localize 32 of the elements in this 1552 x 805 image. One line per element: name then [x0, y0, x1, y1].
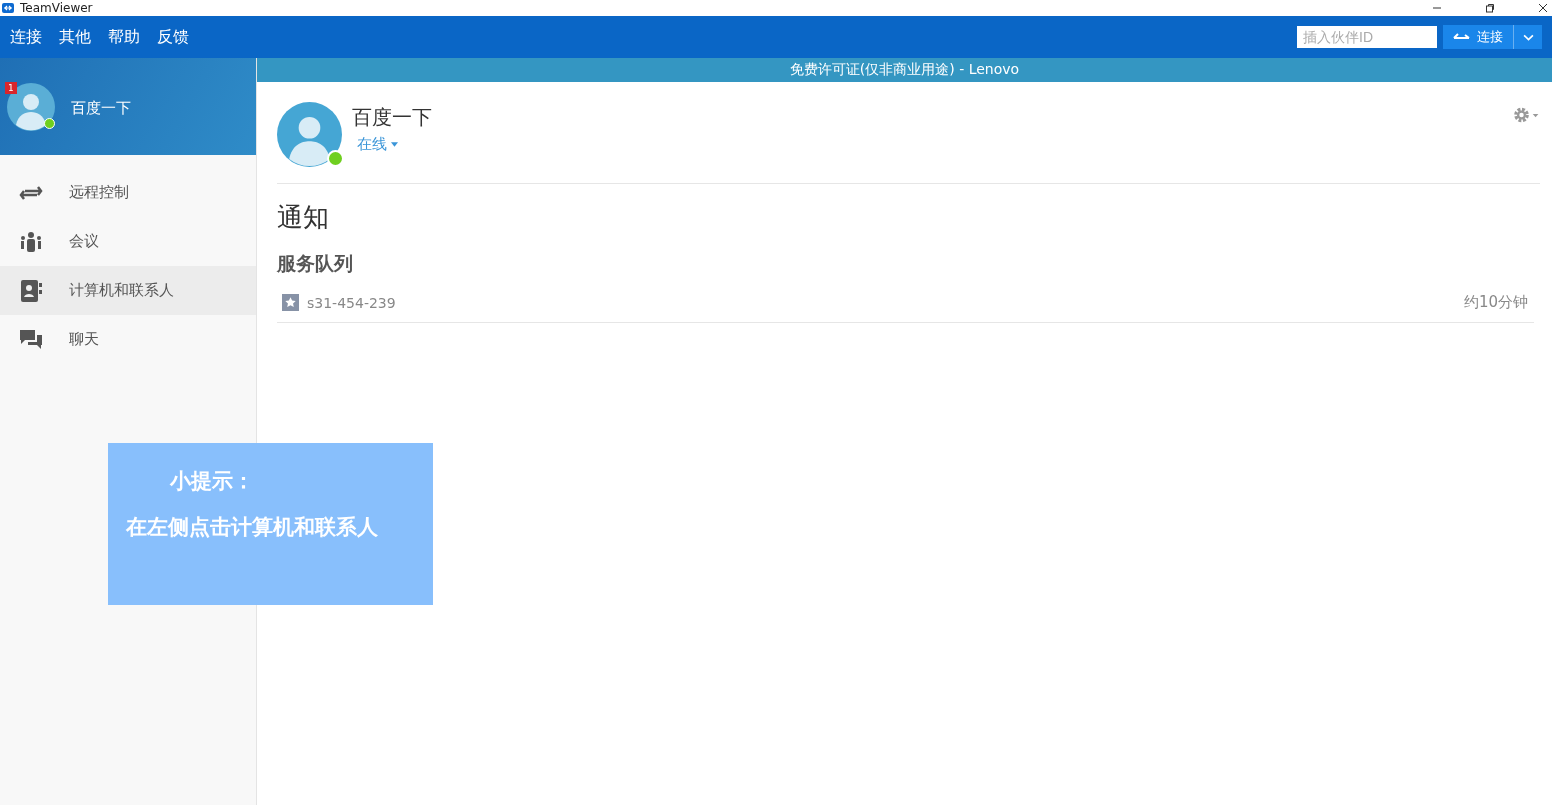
partner-id-field[interactable]: 插入伙伴ID	[1297, 26, 1437, 48]
window-title: TeamViewer	[20, 1, 93, 15]
notification-badge: 1	[5, 82, 17, 94]
sidebar-item[interactable]: 计算机和联系人	[0, 266, 256, 315]
menu-item[interactable]: 连接	[10, 26, 42, 48]
tip-text: 在左侧点击计算机和联系人	[126, 514, 379, 541]
close-icon[interactable]	[1538, 3, 1548, 13]
tip-title: 小提示：	[170, 468, 255, 495]
status-dropdown[interactable]: 在线	[352, 135, 432, 154]
settings-icon[interactable]	[1512, 106, 1540, 124]
menu-item[interactable]: 反馈	[157, 26, 189, 48]
avatar-icon	[7, 83, 55, 131]
session-id: s31-454-239	[307, 294, 396, 311]
restore-icon[interactable]	[1485, 3, 1495, 13]
account-name: 百度一下	[352, 104, 432, 131]
arrows-icon	[1453, 32, 1471, 42]
notifications-heading: 通知	[277, 201, 330, 234]
time-text: 约10分钟	[1463, 293, 1528, 312]
contact-book-icon	[19, 278, 43, 303]
sidebar-item[interactable]: 远程控制	[0, 168, 256, 217]
section-heading: 服务队列	[277, 251, 354, 276]
sidebar-item[interactable]: 聊天	[0, 315, 256, 364]
profile-name: 百度一下	[71, 99, 131, 118]
people-icon	[19, 229, 43, 254]
chevron-down-icon	[1522, 33, 1534, 41]
menu-item[interactable]: 其他	[59, 26, 91, 48]
avatar-icon	[277, 102, 342, 167]
caret-icon	[391, 142, 398, 147]
license-text: 免费许可证(仅非商业用途) - Lenovo	[789, 61, 1020, 79]
sidebar-item[interactable]: 会议	[0, 217, 256, 266]
menu-item[interactable]: 帮助	[108, 26, 140, 48]
star-icon	[282, 294, 299, 311]
